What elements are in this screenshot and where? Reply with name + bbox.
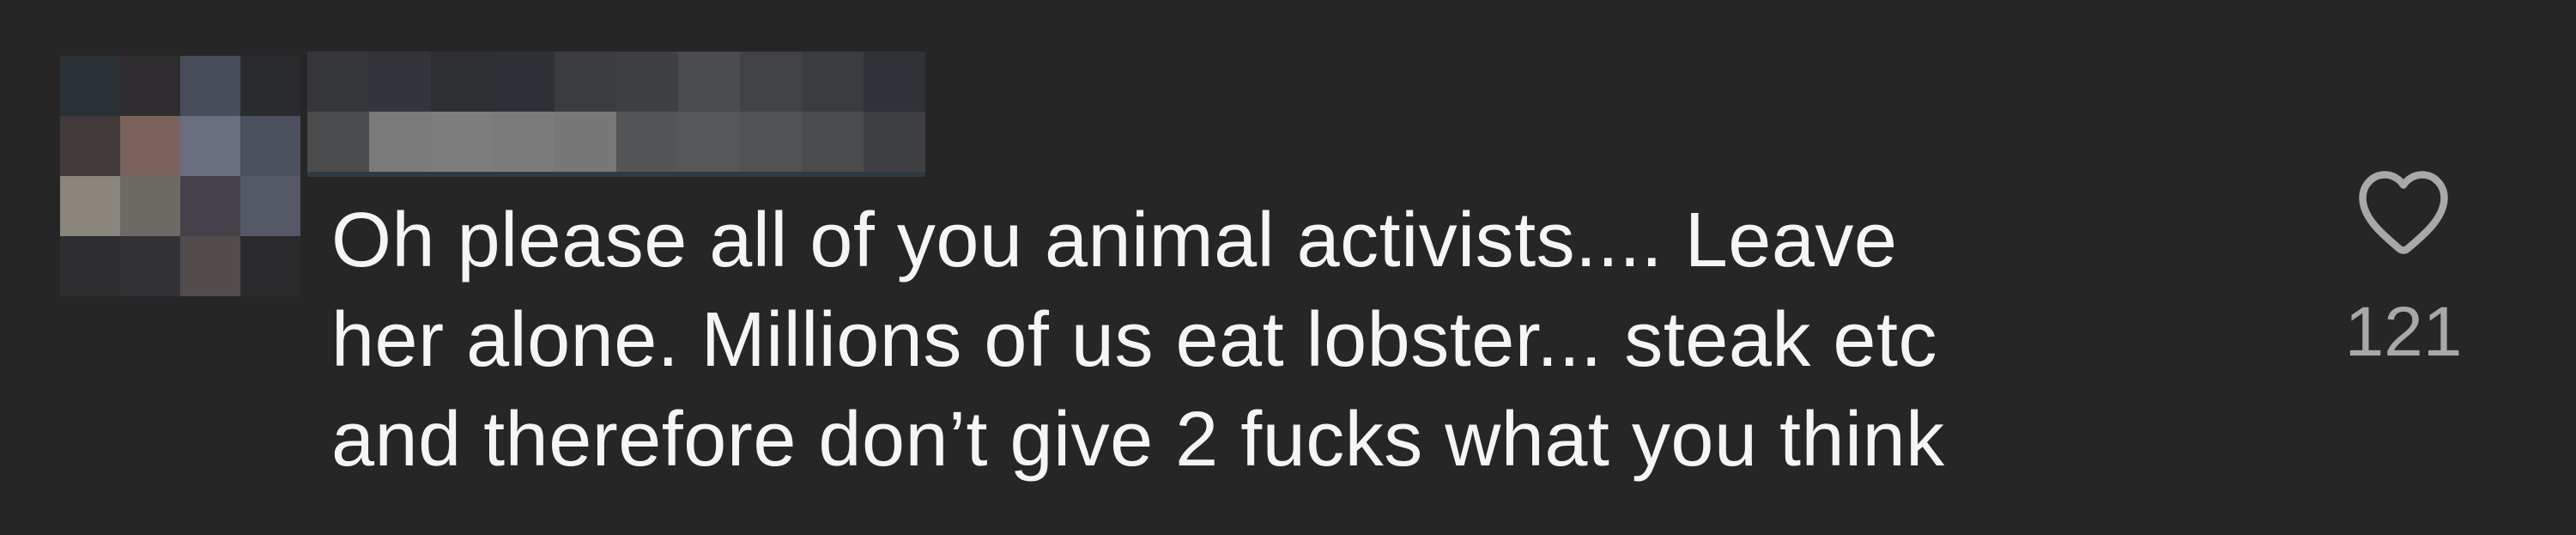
comment-text: Oh please all of you animal activists...…	[331, 191, 2271, 489]
avatar-pixel	[60, 236, 120, 296]
username-pixel	[493, 52, 555, 112]
username-pixel	[678, 112, 740, 172]
avatar-pixel	[60, 56, 120, 116]
username-pixel	[369, 112, 431, 172]
username-pixel	[431, 52, 493, 112]
username-pixel	[431, 112, 493, 172]
comment-text-line: Oh please all of you animal activists...…	[331, 198, 1898, 283]
username-pixel	[740, 52, 802, 112]
avatar-pixel	[240, 236, 300, 296]
avatar-pixel	[120, 116, 180, 176]
avatar-pixel	[120, 176, 180, 236]
username-pixel	[369, 52, 431, 112]
username-pixel	[740, 112, 802, 172]
username-pixel	[802, 112, 864, 172]
username-pixel	[493, 112, 555, 172]
username-pixel	[307, 112, 369, 172]
username-redacted-row-2	[307, 112, 925, 172]
comment-text-line: her alone. Millions of us eat lobster...…	[331, 297, 1937, 383]
username-underline	[307, 172, 925, 177]
avatar-pixel	[180, 56, 240, 116]
username-pixel	[307, 52, 369, 112]
comment: Oh please all of you animal activists...…	[0, 0, 2576, 535]
avatar-pixel	[120, 236, 180, 296]
username-pixel	[864, 52, 925, 112]
username-pixel	[616, 112, 678, 172]
username-redacted[interactable]	[307, 52, 925, 177]
username-pixel	[678, 52, 740, 112]
like-area: 121	[2343, 163, 2464, 404]
avatar-pixel	[240, 116, 300, 176]
username-pixel	[864, 112, 925, 172]
avatar-pixel	[60, 176, 120, 236]
avatar-pixel	[180, 176, 240, 236]
avatar-pixel	[240, 176, 300, 236]
username-pixel	[555, 52, 616, 112]
avatar-pixel	[180, 236, 240, 296]
username-pixel	[555, 112, 616, 172]
like-count: 121	[2344, 293, 2463, 371]
username-redacted-row-1	[307, 52, 925, 112]
avatar-pixel	[240, 56, 300, 116]
comment-text-line: and therefore don’t give 2 fucks what yo…	[331, 397, 1945, 483]
avatar[interactable]	[60, 56, 300, 296]
username-pixel	[616, 52, 678, 112]
avatar-pixel	[120, 56, 180, 116]
avatar-pixel	[60, 116, 120, 176]
avatar-pixel	[180, 116, 240, 176]
username-pixel	[802, 52, 864, 112]
heart-outline-icon[interactable]	[2352, 163, 2455, 258]
